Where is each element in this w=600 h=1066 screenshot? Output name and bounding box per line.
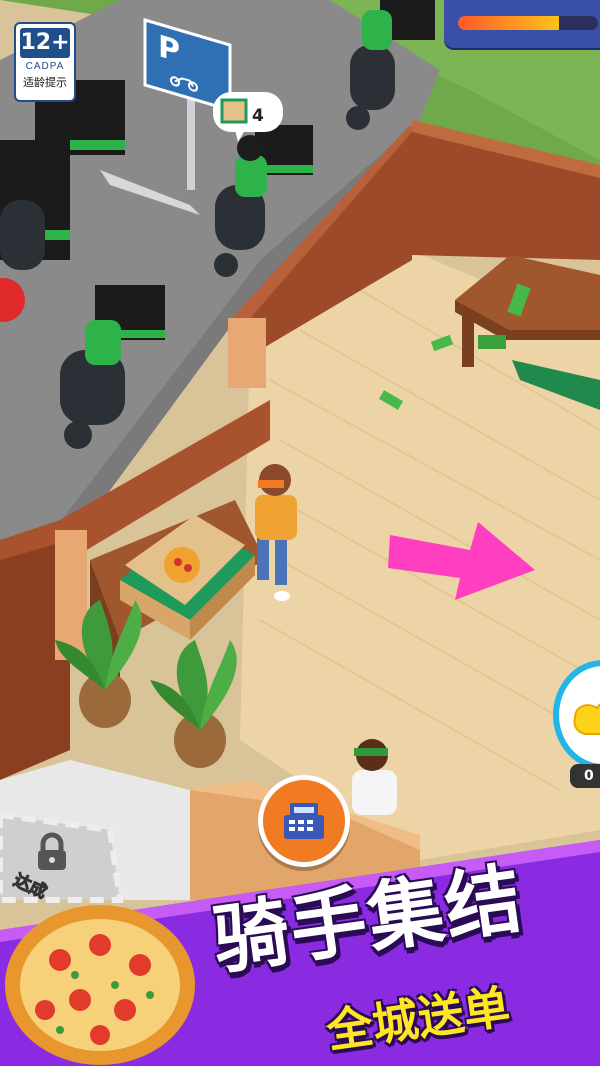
corner-pillar — [55, 530, 87, 660]
order-count: 4 — [252, 106, 264, 126]
table-leg — [462, 312, 474, 367]
side-button-count: 0 — [570, 764, 600, 788]
glove-icon — [573, 703, 600, 735]
parking-sign-letter: P — [158, 28, 180, 71]
progress-bar — [458, 16, 598, 30]
age-rating-tip: 适龄提示 — [23, 76, 67, 89]
progress-bar-fill — [458, 16, 559, 30]
game-screen: 12+ CADPA 适龄提示 P 4 0 达成 骑手集结 全城送单 — [0, 0, 600, 1066]
plant-right — [150, 640, 237, 768]
wall-pillar — [228, 318, 266, 388]
age-rating-org: CADPA — [25, 61, 65, 72]
cash-register-icon — [284, 803, 324, 839]
lock-icon[interactable] — [34, 832, 70, 872]
pizza-illustration — [5, 905, 195, 1065]
pizza-box-icon — [222, 100, 246, 122]
age-rating-number: 12+ — [20, 28, 70, 58]
cashier-button[interactable] — [258, 775, 350, 867]
age-rating-badge: 12+ CADPA 适龄提示 — [14, 22, 76, 102]
top-hud-panel — [444, 0, 600, 48]
